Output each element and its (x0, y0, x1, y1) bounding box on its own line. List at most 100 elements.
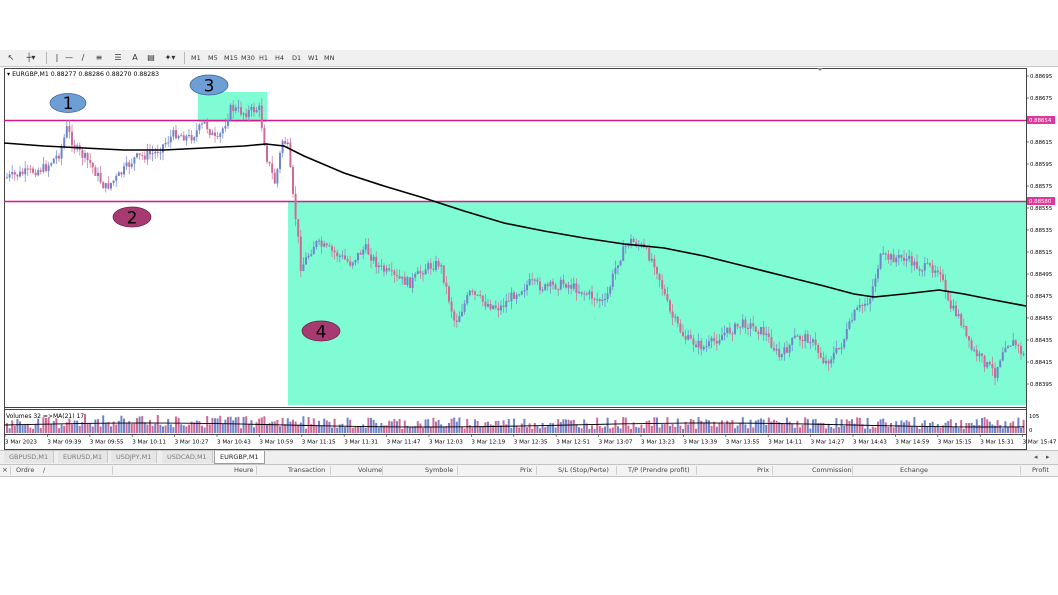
candle-body (903, 257, 905, 261)
column-prix[interactable]: Prix (520, 465, 532, 476)
candle-body (809, 342, 812, 344)
timeframe-m30-button[interactable]: M30 (239, 52, 257, 64)
candle-body (596, 299, 599, 301)
volume-bar (630, 428, 632, 433)
tab-scroll-right-icon[interactable]: ▸ (1046, 451, 1050, 463)
column-prix-current[interactable]: Prix (757, 465, 769, 476)
crosshair-icon[interactable]: ┼▾ (24, 52, 38, 63)
column-commission[interactable]: Commission (812, 465, 852, 476)
volume-bar (921, 423, 924, 433)
volume-bar (570, 420, 573, 433)
volume-bar (575, 424, 578, 433)
column-symbole[interactable]: Symbole (425, 465, 453, 476)
column-separator (112, 466, 113, 475)
horizontal-line-icon[interactable]: — (64, 52, 74, 63)
volume-bar (175, 416, 177, 433)
volume-bar (658, 427, 661, 433)
zone-4-rectangle[interactable] (288, 201, 1026, 405)
candle-body (957, 313, 960, 317)
text-tool-icon[interactable]: A (130, 52, 140, 63)
candle-body (786, 347, 788, 353)
column-transaction[interactable]: Transaction (288, 465, 325, 476)
fibonacci-icon[interactable]: ☰ (112, 52, 124, 63)
timeframe-h1-button[interactable]: H1 (257, 52, 270, 64)
cursor-arrow-icon[interactable]: ↖ (6, 52, 16, 63)
chart-window[interactable]: ▾ EURGBP,M1 0.88277 0.88286 0.88270 0.88… (4, 68, 1058, 450)
candle-body (151, 153, 154, 155)
volume-bar (528, 423, 531, 433)
trendline-icon[interactable]: ∕ (78, 52, 88, 63)
column-heure[interactable]: Heure (234, 465, 254, 476)
timeframe-w1-button[interactable]: W1 (306, 52, 321, 64)
volume-bar (216, 418, 219, 433)
column-take-profit[interactable]: T/P (Prendre profit) (628, 465, 690, 476)
volume-bar (273, 421, 276, 433)
time-tick-label: 3 Mar 10:59 (259, 440, 293, 446)
candle-body (708, 341, 710, 347)
tab-usdjpy[interactable]: USDJPY,M1 (111, 451, 158, 463)
candle-body (754, 326, 757, 332)
text-label-icon[interactable]: ▤ (145, 52, 157, 63)
shapes-dropdown-icon[interactable]: ✦▾ (162, 52, 178, 63)
timeframe-mn-button[interactable]: MN (322, 52, 336, 64)
candle-body (45, 164, 47, 171)
volume-bar (250, 420, 253, 433)
candle-body (206, 121, 209, 130)
column-profit[interactable]: Profit (1032, 465, 1049, 476)
tab-gbpusd[interactable]: GBPUSD,M1 (4, 451, 55, 463)
candle-body (136, 153, 138, 158)
candle-body (546, 284, 549, 287)
column-separator (616, 466, 617, 475)
volume-bar (73, 420, 76, 433)
candle-body (684, 336, 687, 340)
volume-bar (240, 428, 242, 433)
volume-bar (104, 422, 107, 433)
candle-body (734, 323, 736, 334)
column-volume[interactable]: Volume (358, 465, 382, 476)
tab-scroll-left-icon[interactable]: ◂ (1034, 451, 1038, 463)
volume-bar (609, 428, 612, 433)
timeframe-h4-button[interactable]: H4 (273, 52, 286, 64)
volume-bar (710, 425, 713, 433)
volume-bar (596, 417, 599, 433)
candle-body (284, 140, 287, 145)
candle-body (502, 305, 505, 307)
timeframe-m1-button[interactable]: M1 (189, 52, 203, 64)
column-stop-loss[interactable]: S/L (Stop/Perte) (558, 465, 609, 476)
candle-body (505, 300, 508, 307)
volume-bar (884, 422, 887, 433)
tab-eurgbp[interactable]: EURGBP,M1 (214, 451, 265, 464)
close-terminal-icon[interactable]: × (2, 465, 8, 476)
candle-body (575, 283, 578, 294)
column-echange[interactable]: Echange (900, 465, 928, 476)
volume-bar (94, 419, 97, 433)
candle-body (604, 298, 606, 300)
volume-bar (172, 427, 175, 433)
timeframe-d1-button[interactable]: D1 (290, 52, 303, 64)
candle-body (962, 325, 965, 327)
candle-body (791, 337, 794, 345)
channel-icon[interactable]: ≡ (93, 52, 105, 63)
candle-body (858, 305, 861, 308)
volume-bar (645, 420, 648, 433)
timeframe-m5-button[interactable]: M5 (206, 52, 220, 64)
candle-body (585, 293, 588, 295)
volume-bar (721, 420, 723, 433)
candle-body (325, 243, 328, 246)
vertical-line-icon[interactable]: | (52, 52, 62, 63)
time-tick-label: 3 Mar 14:59 (895, 440, 929, 446)
volume-bar (648, 420, 651, 433)
volume-bar (814, 418, 817, 433)
candle-body (752, 323, 755, 327)
volume-bar (484, 422, 487, 433)
volume-bar (669, 425, 671, 433)
tab-eurusd[interactable]: EURUSD,M1 (58, 451, 109, 463)
candle-body (258, 105, 261, 110)
timeframe-m15-button[interactable]: M15 (222, 52, 240, 64)
volume-bar (546, 425, 549, 433)
column-separator (1020, 466, 1021, 475)
time-tick-label: 3 Mar 13:07 (599, 440, 633, 446)
tab-usdcad[interactable]: USDCAD,M1 (162, 451, 213, 463)
column-ordre[interactable]: Ordre (16, 465, 34, 476)
candle-body (396, 275, 398, 277)
